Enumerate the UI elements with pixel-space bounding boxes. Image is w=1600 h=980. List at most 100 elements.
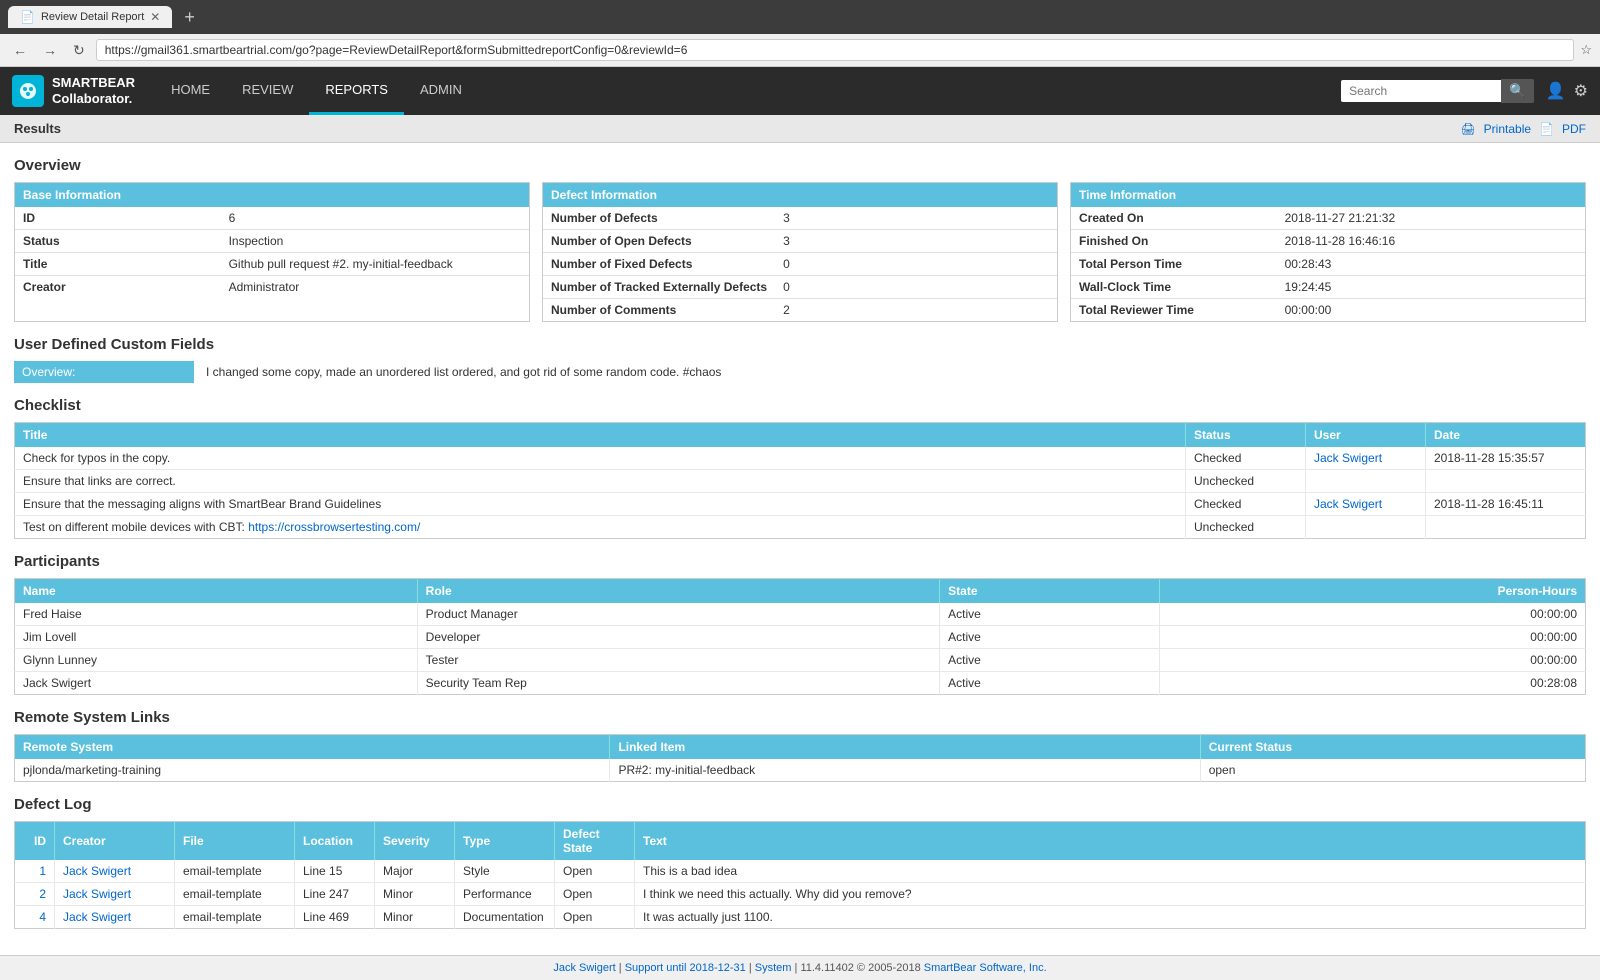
printable-link[interactable]: Printable xyxy=(1484,122,1531,136)
base-creator-value: Administrator xyxy=(221,276,529,299)
user-icon[interactable]: 👤 xyxy=(1546,81,1566,101)
participant-4-role: Security Team Rep xyxy=(417,672,939,695)
participant-2-hours: 00:00:00 xyxy=(1159,626,1585,649)
table-row: Number of Fixed Defects 0 xyxy=(543,253,1057,276)
defect-log-header-row: ID Creator File Location Severity Type D… xyxy=(15,822,1586,861)
checklist-col-user: User xyxy=(1306,423,1426,448)
comments-label: Number of Comments xyxy=(543,299,775,322)
defect-1-file: email-template xyxy=(175,860,295,883)
base-creator-label: Creator xyxy=(15,276,221,299)
search-button[interactable]: 🔍 xyxy=(1501,79,1534,103)
defect-creator-link[interactable]: Jack Swigert xyxy=(63,887,131,901)
table-row: Number of Tracked Externally Defects 0 xyxy=(543,276,1057,299)
settings-icon[interactable]: ⚙ xyxy=(1574,81,1588,101)
participant-1-state: Active xyxy=(940,603,1160,626)
new-tab-button[interactable]: + xyxy=(180,7,199,28)
participant-4-state: Active xyxy=(940,672,1160,695)
star-icon[interactable]: ☆ xyxy=(1580,42,1592,58)
checklist-user-link[interactable]: Jack Swigert xyxy=(1314,451,1382,465)
custom-fields: Overview: I changed some copy, made an u… xyxy=(14,361,1586,383)
table-row: Number of Open Defects 3 xyxy=(543,230,1057,253)
nav-reports[interactable]: REPORTS xyxy=(309,67,404,115)
browser-chrome: 📄 Review Detail Report ✕ + xyxy=(0,0,1600,34)
address-bar[interactable] xyxy=(96,39,1575,61)
defect-info-container: Defect Information Number of Defects 3 N… xyxy=(542,182,1058,322)
defect-creator-link[interactable]: Jack Swigert xyxy=(63,910,131,924)
participant-4-hours: 00:28:08 xyxy=(1159,672,1585,695)
reviewer-time-value: 00:00:00 xyxy=(1277,299,1585,322)
logo-text: SMARTBEAR Collaborator. xyxy=(52,75,135,106)
checklist-col-title: Title xyxy=(15,423,1186,448)
footer-user-link[interactable]: Jack Swigert xyxy=(553,962,615,974)
defect-2-id: 2 xyxy=(15,883,55,906)
defect-2-location: Line 247 xyxy=(295,883,375,906)
app-logo: SMARTBEAR Collaborator. xyxy=(12,75,135,107)
defect-2-file: email-template xyxy=(175,883,295,906)
checklist-item-3-title: Ensure that the messaging aligns with Sm… xyxy=(15,493,1186,516)
table-row: 1 Jack Swigert email-template Line 15 Ma… xyxy=(15,860,1586,883)
defect-count-value: 3 xyxy=(775,207,1057,230)
participants-col-name: Name xyxy=(15,579,418,604)
nav-review[interactable]: REVIEW xyxy=(226,67,309,115)
defect-id-link[interactable]: 4 xyxy=(39,910,46,924)
defect-3-location: Line 469 xyxy=(295,906,375,929)
nav-admin[interactable]: ADMIN xyxy=(404,67,478,115)
table-row: Jim Lovell Developer Active 00:00:00 xyxy=(15,626,1586,649)
defect-col-id: ID xyxy=(15,822,55,861)
defect-1-text: This is a bad idea xyxy=(635,860,1586,883)
defect-2-type: Performance xyxy=(455,883,555,906)
browser-tab[interactable]: 📄 Review Detail Report ✕ xyxy=(8,6,172,28)
defect-1-state: Open xyxy=(555,860,635,883)
remote-system-col-system: Remote System xyxy=(15,735,610,760)
refresh-button[interactable]: ↻ xyxy=(68,40,90,61)
table-row: Creator Administrator xyxy=(15,276,529,299)
remote-system-1-item: PR#2: my-initial-feedback xyxy=(610,759,1200,782)
footer-system-link[interactable]: System xyxy=(755,962,792,974)
defect-id-link[interactable]: 2 xyxy=(39,887,46,901)
footer-copyright-year: © 2005-2018 xyxy=(857,962,921,974)
search-input[interactable] xyxy=(1341,80,1501,102)
participants-table: Name Role State Person-Hours Fred Haise … xyxy=(14,578,1586,695)
checklist-table: Title Status User Date Check for typos i… xyxy=(14,422,1586,539)
footer-support-link[interactable]: Support until 2018-12-31 xyxy=(625,962,746,974)
defect-col-text: Text xyxy=(635,822,1586,861)
participants-col-hours: Person-Hours xyxy=(1159,579,1585,604)
checklist-item-4-title: Test on different mobile devices with CB… xyxy=(15,516,1186,539)
participants-section-title: Participants xyxy=(14,553,1586,570)
table-row: Ensure that links are correct. Unchecked xyxy=(15,470,1586,493)
defect-3-file: email-template xyxy=(175,906,295,929)
checklist-user-link[interactable]: Jack Swigert xyxy=(1314,497,1382,511)
results-title: Results xyxy=(14,121,61,136)
defect-col-creator: Creator xyxy=(55,822,175,861)
defect-log-table: ID Creator File Location Severity Type D… xyxy=(14,821,1586,929)
tab-title: Review Detail Report xyxy=(41,11,144,23)
tab-close-button[interactable]: ✕ xyxy=(150,10,160,24)
footer-company-link[interactable]: SmartBear Software, Inc. xyxy=(924,962,1047,974)
back-button[interactable]: ← xyxy=(8,40,32,60)
finished-on-label: Finished On xyxy=(1071,230,1277,253)
pdf-icon: 📄 xyxy=(1539,122,1554,136)
pdf-link[interactable]: PDF xyxy=(1562,122,1586,136)
fixed-defect-value: 0 xyxy=(775,253,1057,276)
cbt-link[interactable]: https://crossbrowsertesting.com/ xyxy=(248,520,420,534)
defect-col-state: Defect State xyxy=(555,822,635,861)
table-row: Fred Haise Product Manager Active 00:00:… xyxy=(15,603,1586,626)
created-on-value: 2018-11-27 21:21:32 xyxy=(1277,207,1585,230)
printer-icon: 🖨 xyxy=(1460,122,1475,136)
forward-button[interactable]: → xyxy=(38,40,62,60)
defect-creator-link[interactable]: Jack Swigert xyxy=(63,864,131,878)
defect-3-state: Open xyxy=(555,906,635,929)
base-id-value: 6 xyxy=(221,207,529,230)
defect-col-file: File xyxy=(175,822,295,861)
table-row: Glynn Lunney Tester Active 00:00:00 xyxy=(15,649,1586,672)
remote-system-1-status: open xyxy=(1200,759,1585,782)
defect-id-link[interactable]: 1 xyxy=(39,864,46,878)
checklist-item-4-status: Unchecked xyxy=(1186,516,1306,539)
defect-3-text: It was actually just 1100. xyxy=(635,906,1586,929)
checklist-item-1-status: Checked xyxy=(1186,447,1306,470)
participant-2-state: Active xyxy=(940,626,1160,649)
base-title-label: Title xyxy=(15,253,221,276)
defect-2-severity: Minor xyxy=(375,883,455,906)
nav-home[interactable]: HOME xyxy=(155,67,226,115)
table-row: ID 6 xyxy=(15,207,529,230)
